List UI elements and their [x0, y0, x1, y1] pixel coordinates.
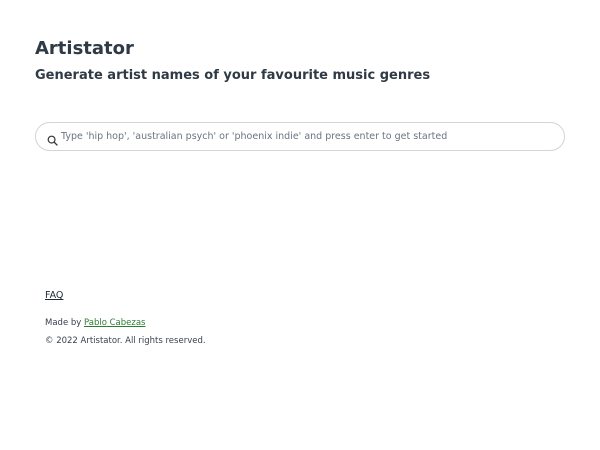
search-bar[interactable]	[35, 122, 565, 151]
made-by-prefix: Made by	[45, 318, 84, 328]
search-input[interactable]	[61, 123, 556, 150]
search-icon	[47, 131, 58, 146]
copyright-text: © 2022 Artistator. All rights reserved.	[45, 336, 206, 346]
page: Artistator Generate artist names of your…	[0, 0, 600, 450]
faq-link[interactable]: FAQ	[45, 290, 63, 301]
made-by-line: Made by Pablo Cabezas	[45, 318, 145, 328]
author-link[interactable]: Pablo Cabezas	[84, 318, 145, 328]
page-title: Artistator	[35, 38, 134, 59]
page-subtitle: Generate artist names of your favourite …	[35, 68, 431, 83]
